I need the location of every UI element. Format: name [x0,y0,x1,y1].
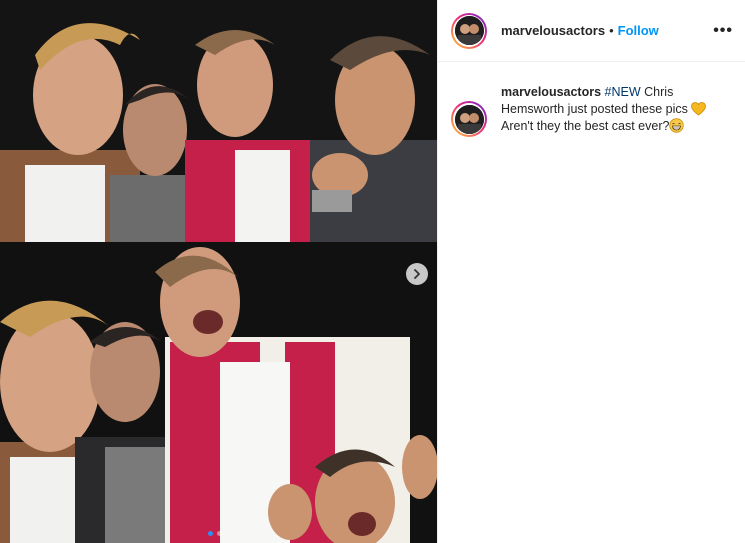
caption-line-2: Aren't they the best cast ever? [501,119,670,133]
carousel-dot-1 [208,531,213,536]
avatar[interactable] [451,12,487,49]
chevron-right-icon [414,269,420,279]
instagram-post: marvelousactors • Follow ••• marvelousac… [0,0,745,543]
post-media-carousel[interactable] [0,0,437,543]
carousel-next-button[interactable] [406,263,428,285]
carousel-indicator [208,531,222,536]
caption-avatar[interactable] [451,101,487,137]
grinning-sweat-emoji-icon [669,118,685,133]
post-photo-top [0,0,437,242]
caption-avatar-image [454,104,484,134]
avatar-image [454,16,484,45]
caption-hashtag[interactable]: #NEW [605,85,641,99]
carousel-dot-2 [217,531,222,536]
more-options-button[interactable]: ••• [713,22,733,39]
post-header: marvelousactors • Follow ••• [438,0,745,62]
post-sidebar: marvelousactors • Follow ••• marvelousac… [437,0,745,543]
yellow-heart-icon [691,102,707,116]
post-photo-bottom [0,242,437,543]
caption-username[interactable]: marvelousactors [501,85,601,99]
header-separator: • [609,23,614,38]
post-caption: marvelousactors #NEW Chris Hemsworth jus… [438,62,745,137]
caption-text: marvelousactors #NEW Chris Hemsworth jus… [501,84,733,137]
follow-button[interactable]: Follow [618,23,659,38]
post-username[interactable]: marvelousactors [501,23,605,38]
